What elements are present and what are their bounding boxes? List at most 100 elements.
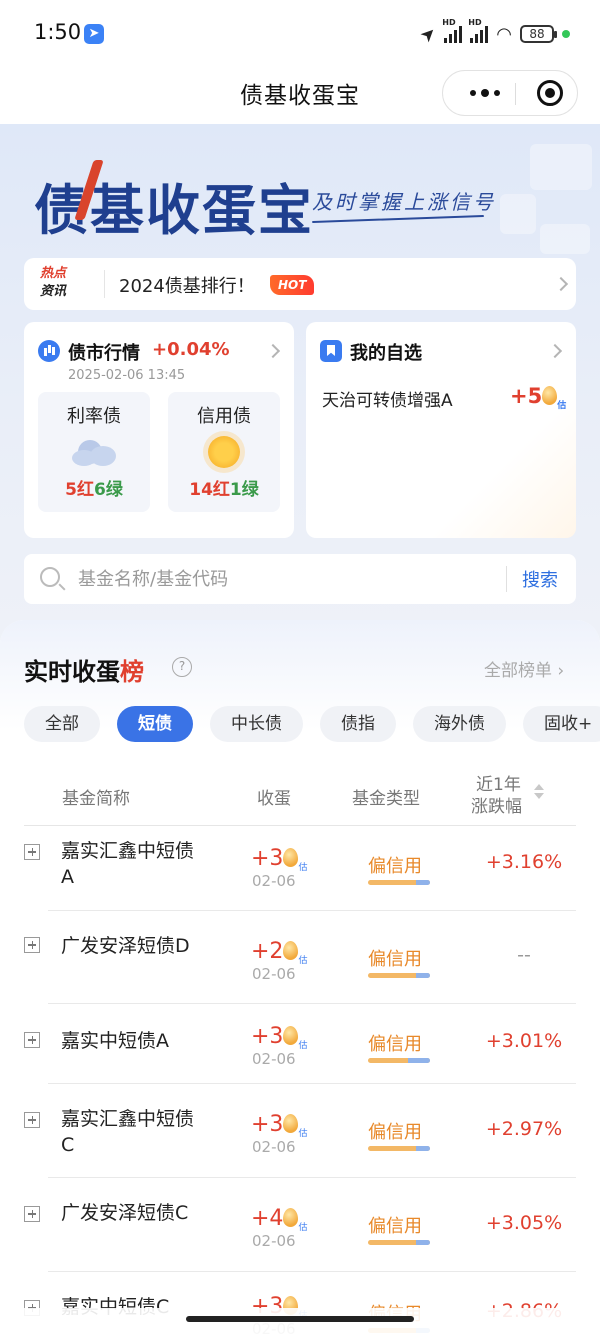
more-dot-icon xyxy=(494,90,500,96)
add-watchlist-icon[interactable] xyxy=(24,1032,40,1048)
egg-count: +4 xyxy=(251,1206,284,1231)
all-rankings-label: 全部榜单 xyxy=(484,661,552,681)
watchlist-fund-eggs: +5 估 xyxy=(510,384,566,411)
decorative-block xyxy=(540,224,590,254)
watchlist-fund-name[interactable]: 天治可转债增强A xyxy=(322,386,453,411)
fund-eggs: +3 估 xyxy=(251,1024,307,1051)
egg-count: +3 xyxy=(251,1112,284,1137)
egg-count: +3 xyxy=(251,1024,284,1049)
egg-icon xyxy=(542,386,558,405)
table-row[interactable]: 广发安泽短债C +4 估 02-06 偏信用 +3.05% xyxy=(24,1178,576,1272)
search-button[interactable]: 搜索 xyxy=(522,566,558,592)
fund-eggs: +3 估 xyxy=(251,846,307,873)
fund-eggs: +4 估 xyxy=(251,1206,307,1233)
fund-type-bar xyxy=(368,1058,430,1063)
fund-type-bar xyxy=(368,1240,430,1245)
fund-eggs: +3 估 xyxy=(251,1112,307,1139)
bond-market-date: 2025-02-06 13:45 xyxy=(68,368,186,383)
header-change-line2[interactable]: 涨跌幅 xyxy=(471,792,522,817)
all-rankings-link[interactable]: 全部榜单 › xyxy=(484,656,564,681)
search-input[interactable] xyxy=(78,562,498,596)
status-icons: ➤ HD HD ◠ 88 xyxy=(416,18,570,47)
rate-bond-tile[interactable]: 利率债 5红6绿 xyxy=(38,392,150,512)
estimate-note: 估 xyxy=(298,863,308,873)
egg-icon xyxy=(283,1208,299,1227)
chevron-right-icon xyxy=(553,276,569,292)
fund-egg-date: 02-06 xyxy=(252,1050,296,1068)
estimate-note: 估 xyxy=(298,1129,308,1139)
slogan-underline xyxy=(312,214,484,224)
status-time: 1:50 xyxy=(34,20,82,44)
chevron-right-icon xyxy=(547,343,563,359)
fund-table: 嘉实汇鑫中短债A +3 估 02-06 偏信用 +3.16% 广发安泽短债D +2… xyxy=(24,826,576,1335)
egg-icon xyxy=(283,941,299,960)
home-indicator[interactable] xyxy=(186,1316,414,1322)
search-bar: 搜索 xyxy=(24,554,576,604)
hot-news-tag-line2: 资讯 xyxy=(40,284,67,299)
table-header: 基金简称 收蛋 基金类型 近1年 涨跌幅 xyxy=(24,766,576,826)
fund-type-bar xyxy=(368,973,430,978)
tab-short-bond[interactable]: 短债 xyxy=(117,706,193,742)
egg-icon xyxy=(283,1114,299,1133)
estimate-note: 估 xyxy=(557,401,567,411)
more-dot-icon xyxy=(481,89,489,97)
tab-all[interactable]: 全部 xyxy=(24,706,100,742)
green-count: 1绿 xyxy=(229,480,259,500)
bond-market-card[interactable]: 债市行情 +0.04% 2025-02-06 13:45 利率债 5红6绿 信用… xyxy=(24,322,294,538)
status-bar: 1:50 ➤ ➤ HD HD ◠ 88 xyxy=(0,0,600,68)
fund-1y-change: +3.16% xyxy=(485,851,563,873)
help-icon[interactable]: ? xyxy=(172,657,192,677)
fund-eggs: +2 估 xyxy=(251,939,307,966)
add-watchlist-icon[interactable] xyxy=(24,1206,40,1222)
red-count: 5红 xyxy=(65,480,94,500)
tab-overseas-bond[interactable]: 海外债 xyxy=(413,706,506,742)
table-row[interactable]: 嘉实汇鑫中短债C +3 估 02-06 偏信用 +2.97% xyxy=(24,1084,576,1178)
tab-fixed-income-plus[interactable]: 固收+ xyxy=(523,706,600,742)
fund-egg-date: 02-06 xyxy=(252,1138,296,1156)
sun-icon xyxy=(208,436,240,468)
rate-bond-label: 利率债 xyxy=(67,406,121,427)
fund-egg-date: 02-06 xyxy=(252,872,296,890)
egg-icon xyxy=(283,848,299,867)
table-row[interactable]: 广发安泽短债D +2 估 02-06 偏信用 -- xyxy=(24,911,576,1004)
table-row[interactable]: 嘉实中短债A +3 估 02-06 偏信用 +3.01% xyxy=(24,1004,576,1084)
watchlist-card[interactable]: 我的自选 天治可转债增强A +5 估 xyxy=(306,322,576,538)
fund-1y-change: +3.01% xyxy=(485,1030,563,1052)
add-watchlist-icon[interactable] xyxy=(24,1112,40,1128)
fund-type: 偏信用 xyxy=(368,856,422,877)
estimate-note: 估 xyxy=(298,956,308,966)
fund-name: 嘉实中短债A xyxy=(61,1030,169,1052)
decorative-block xyxy=(530,144,592,190)
bookmark-icon xyxy=(320,340,342,362)
hot-news-bar[interactable]: 热点 资讯 2024债基排行！ HOT xyxy=(24,258,576,310)
search-icon xyxy=(40,567,60,587)
app-notification-icon: ➤ xyxy=(84,24,104,44)
table-row[interactable]: 嘉实汇鑫中短债A +3 估 02-06 偏信用 +3.16% xyxy=(24,826,576,911)
more-menu-button[interactable] xyxy=(461,71,509,115)
decorative-block xyxy=(500,194,536,234)
hot-news-tag-line1: 热点 xyxy=(40,266,67,281)
tab-bond-index[interactable]: 债指 xyxy=(320,706,396,742)
credit-bond-tile[interactable]: 信用债 14红1绿 xyxy=(168,392,280,512)
fund-type: 偏信用 xyxy=(368,949,422,970)
category-tabs: 全部 短债 中长债 债指 海外债 固收+ xyxy=(24,706,600,742)
fund-type: 偏信用 xyxy=(368,1122,422,1143)
header-fund-name: 基金简称 xyxy=(62,789,130,809)
chevron-right-icon xyxy=(265,343,281,359)
add-watchlist-icon[interactable] xyxy=(24,844,40,860)
fund-name: 广发安泽短债D xyxy=(61,935,190,957)
add-watchlist-icon[interactable] xyxy=(24,937,40,953)
privacy-dot-icon xyxy=(562,30,570,38)
bond-market-change: +0.04% xyxy=(152,339,230,360)
tab-mid-long-bond[interactable]: 中长债 xyxy=(210,706,303,742)
cellular-signal-2-icon: HD xyxy=(468,18,489,43)
cloud-icon xyxy=(72,436,118,468)
hot-news-tag: 热点 资讯 xyxy=(40,265,74,301)
estimate-note: 估 xyxy=(298,1041,308,1051)
sort-icon[interactable] xyxy=(534,784,544,800)
red-count: 14红 xyxy=(189,480,230,500)
fund-type-bar xyxy=(368,880,430,885)
fund-type: 偏信用 xyxy=(368,1034,422,1055)
close-miniprogram-button[interactable] xyxy=(537,80,563,106)
fund-type-bar xyxy=(368,1146,430,1151)
